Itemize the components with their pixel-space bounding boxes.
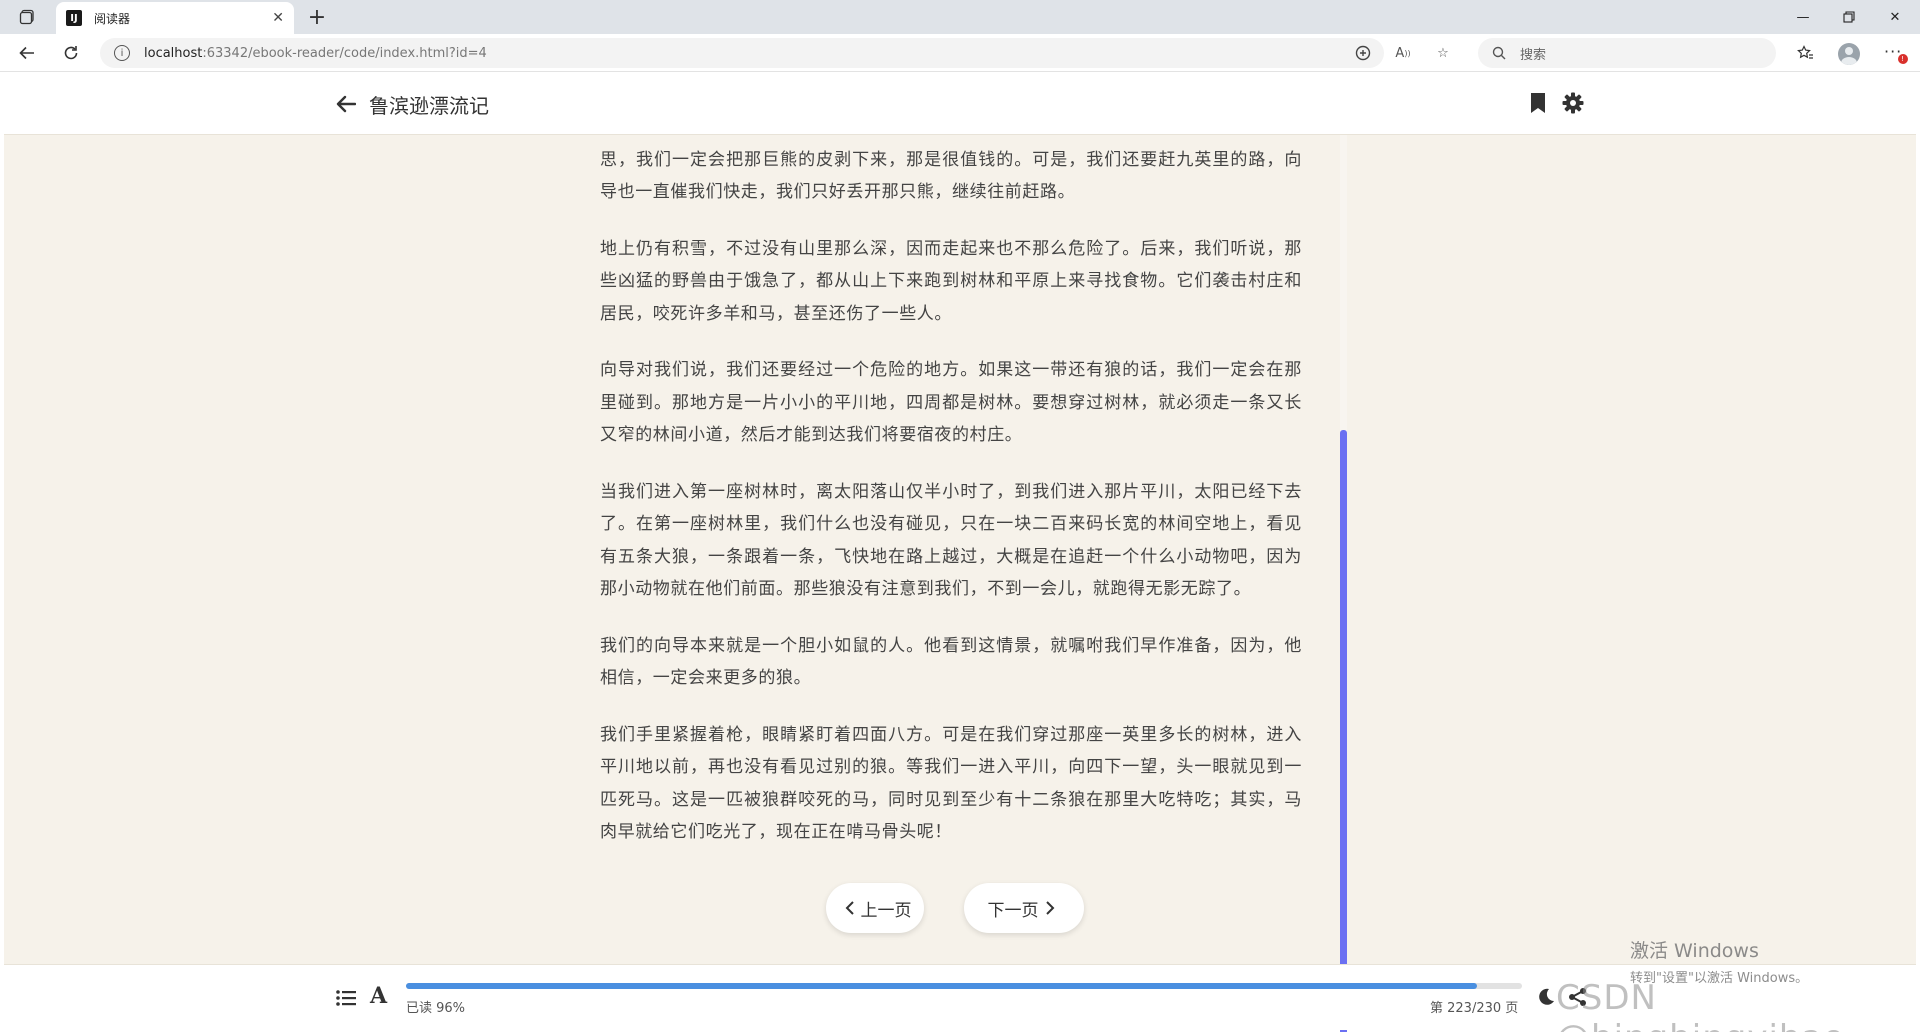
translate-icon[interactable] [1352, 43, 1374, 63]
page-number: 第 223/230 页 [1430, 1001, 1519, 1016]
notification-badge: ! [1898, 54, 1908, 64]
paragraph: 出了上述这些情况，向原还次仍是了，我们仍不得不赶为离开。不然的话，很是以这些恶思… [600, 135, 1302, 202]
prev-page-label: 上一页 [860, 900, 912, 921]
prev-page-button[interactable]: 上一页 [826, 883, 924, 933]
browser-address-bar: i localhost:63342/ebook-reader/code/inde… [0, 34, 1920, 72]
browser-search-input[interactable]: 搜索 [1478, 38, 1776, 68]
scrollbar-thumb[interactable] [1340, 430, 1347, 1032]
search-icon [1492, 46, 1506, 60]
paragraph: 地上仍有积雪，不过没有山里那么深，因而走起来也不那么危险了。后来，我们听说，那些… [600, 238, 1302, 324]
back-arrow-icon[interactable] [334, 92, 358, 116]
reading-progress-fill [406, 983, 1478, 989]
read-aloud-icon[interactable]: A)) [1392, 43, 1414, 63]
read-percentage: 已读 96% [406, 1001, 466, 1016]
back-icon[interactable] [14, 40, 40, 66]
book-title: 鲁滨逊漂流记 [369, 94, 489, 118]
restore-button[interactable] [1826, 0, 1872, 34]
browser-tab-bar: IJ 阅读器 ✕ + — ✕ [0, 0, 1920, 34]
new-tab-button[interactable]: + [304, 4, 330, 30]
chevron-left-icon [845, 901, 854, 915]
browser-tab[interactable]: IJ 阅读器 ✕ [56, 2, 294, 34]
csdn-watermark: CSDN @bingbingyihao [1556, 978, 1844, 1032]
bookmark-icon[interactable] [1530, 92, 1550, 116]
favorites-icon[interactable] [1794, 43, 1816, 63]
minimize-button[interactable]: — [1780, 0, 1826, 34]
url-field[interactable]: i localhost:63342/ebook-reader/code/inde… [100, 38, 1384, 68]
table-of-contents-icon[interactable] [336, 989, 358, 1009]
chevron-right-icon [1045, 901, 1054, 915]
paragraph: 当我们进入第一座树林时，离太阳落山仅半小时了，到我们进入那片平川，太阳已经下去了… [600, 481, 1302, 600]
reading-progress-bar[interactable] [406, 983, 1522, 989]
url-host: localhost [144, 45, 203, 61]
reader-app: 鲁滨逊漂流记 出了上述这些情况，向原还次仍是了，我们仍不得不赶为离开。不然的话，… [4, 72, 1916, 1032]
search-placeholder: 搜索 [1520, 47, 1547, 63]
reader-header: 鲁滨逊漂流记 [4, 72, 1916, 135]
refresh-icon[interactable] [58, 40, 84, 66]
activation-title: 激活 Windows [1630, 940, 1759, 962]
font-settings-icon[interactable]: A [370, 983, 387, 1009]
workspaces-icon[interactable] [14, 6, 40, 28]
close-window-button[interactable]: ✕ [1872, 0, 1918, 34]
favorite-star-icon[interactable]: ☆ [1432, 43, 1454, 63]
more-menu-button[interactable]: ···! [1884, 42, 1908, 64]
next-page-label: 下一页 [987, 900, 1039, 921]
paragraph: 我们的向导本来就是一个胆小如鼠的人。他看到这情景，就嘱咐我们早作准备，因为，他相… [600, 635, 1302, 689]
next-page-button[interactable]: 下一页 [964, 883, 1084, 933]
paragraph: 我们手里紧握着枪，眼睛紧盯着四面八方。可是在我们穿过那座一英里多长的树林，进入平… [600, 724, 1302, 843]
url-path: :63342/ebook-reader/code/index.html?id=4 [202, 45, 487, 61]
night-mode-icon[interactable] [1536, 987, 1558, 1009]
tab-title: 阅读器 [94, 11, 131, 26]
gear-icon[interactable] [1562, 92, 1586, 116]
profile-avatar[interactable] [1838, 43, 1860, 65]
site-info-icon[interactable]: i [114, 45, 130, 61]
tab-close-icon[interactable]: ✕ [272, 10, 284, 26]
paragraph: 向导对我们说，我们还要经过一个危险的地方。如果这一带还有狼的话，我们一定会在那里… [600, 360, 1302, 445]
tab-favicon-icon: IJ [66, 10, 82, 26]
